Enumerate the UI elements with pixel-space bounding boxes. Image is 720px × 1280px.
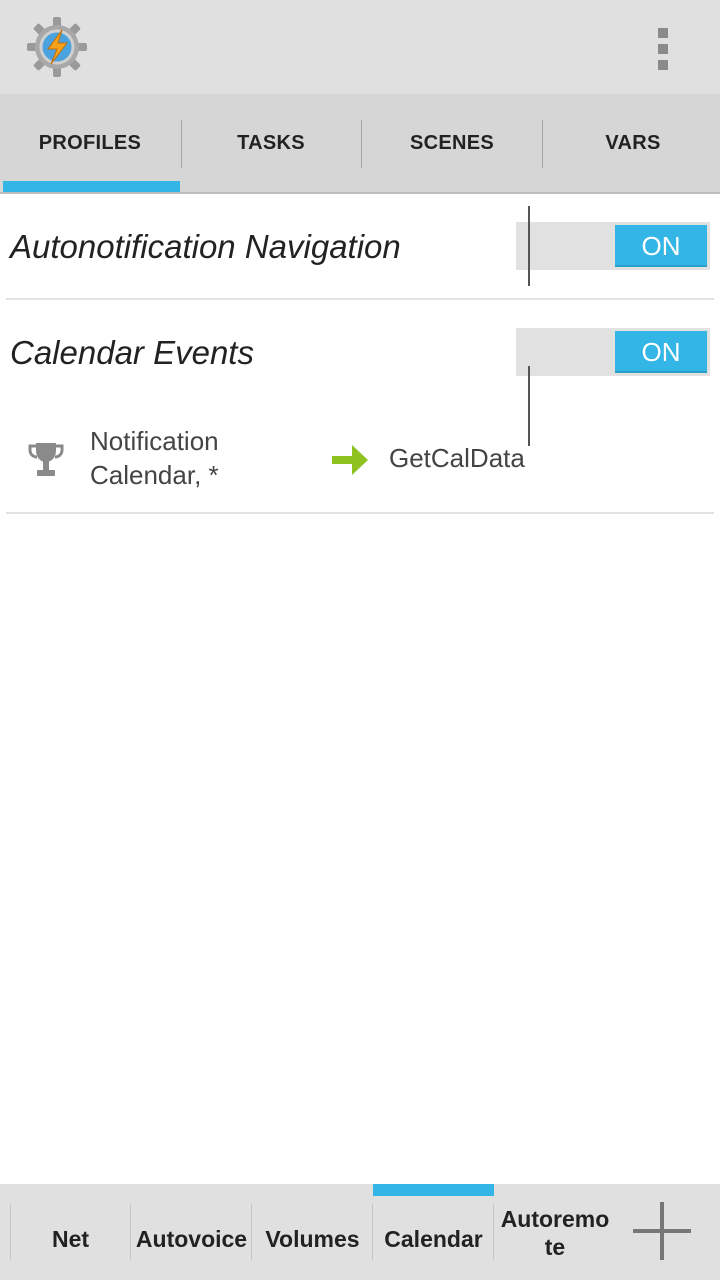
toggle-on-label: ON bbox=[615, 331, 707, 373]
project-tab-autoremote[interactable]: Autoremote bbox=[494, 1184, 616, 1280]
tasker-gear-bolt-icon[interactable] bbox=[26, 16, 88, 78]
project-tab-bar: Net Autovoice Volumes Calendar Autoremot… bbox=[0, 1184, 720, 1280]
tab-vars[interactable]: VARS bbox=[543, 94, 720, 192]
task-label[interactable]: GetCalData bbox=[389, 443, 525, 474]
profile-name[interactable]: Calendar Events bbox=[10, 334, 254, 372]
profile-toggle[interactable]: ON bbox=[516, 222, 710, 270]
project-tab-label: Calendar bbox=[384, 1226, 483, 1252]
profile-name[interactable]: Autonotification Navigation bbox=[10, 228, 401, 266]
tab-label: TASKS bbox=[237, 131, 305, 154]
toggle-on-label: ON bbox=[615, 225, 707, 267]
overflow-menu-icon[interactable] bbox=[648, 24, 678, 74]
tab-label: SCENES bbox=[409, 131, 495, 154]
project-tab-label: Volumes bbox=[265, 1226, 360, 1252]
profile-toggle[interactable]: ON bbox=[516, 328, 710, 376]
active-tab-indicator bbox=[373, 1184, 494, 1196]
action-bar bbox=[0, 0, 720, 94]
context-label[interactable]: Notification Calendar, * bbox=[90, 424, 320, 492]
list-separator bbox=[6, 298, 714, 300]
project-tab-net[interactable]: Net bbox=[10, 1184, 131, 1280]
project-tab-label: Autovoice bbox=[135, 1226, 248, 1252]
arrow-right-icon bbox=[332, 445, 368, 475]
list-separator bbox=[6, 512, 714, 514]
divider-line bbox=[528, 206, 530, 286]
tab-label: VARS bbox=[605, 131, 661, 154]
tab-tasks[interactable]: TASKS bbox=[181, 94, 361, 192]
project-tab-label: Net bbox=[51, 1226, 90, 1252]
project-tab-calendar[interactable]: Calendar bbox=[373, 1184, 494, 1280]
tab-profiles[interactable]: PROFILES bbox=[0, 94, 180, 192]
tab-label: PROFILES bbox=[38, 131, 142, 154]
project-tab-volumes[interactable]: Volumes bbox=[252, 1184, 373, 1280]
divider-line bbox=[528, 366, 530, 446]
plus-icon[interactable] bbox=[633, 1202, 691, 1260]
tab-scenes[interactable]: SCENES bbox=[362, 94, 542, 192]
top-tab-bar: PROFILES TASKS SCENES VARS bbox=[0, 94, 720, 194]
project-tab-autovoice[interactable]: Autovoice bbox=[131, 1184, 252, 1280]
trophy-icon bbox=[28, 443, 64, 476]
active-tab-indicator bbox=[3, 181, 180, 192]
project-tab-label: Autoremote bbox=[500, 1206, 610, 1260]
